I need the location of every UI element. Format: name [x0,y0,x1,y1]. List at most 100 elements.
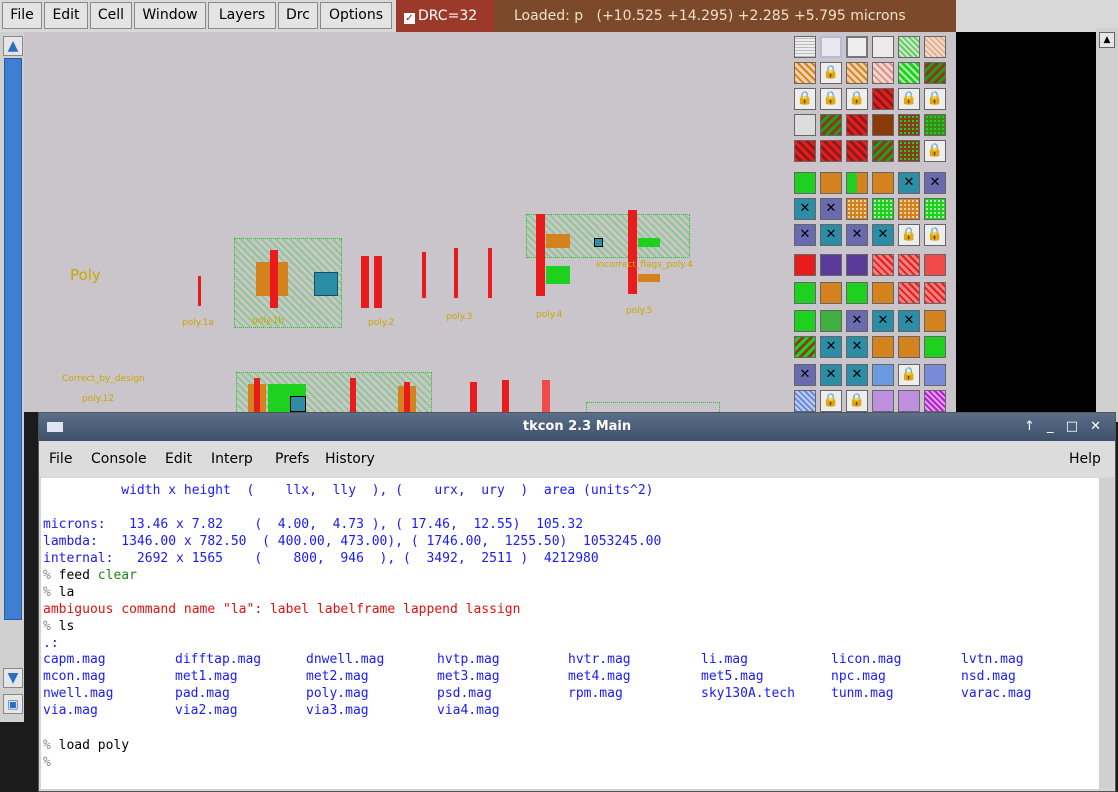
contact-icon[interactable]: ✕ [794,224,816,246]
tkmenu-help[interactable]: Help [1069,441,1101,477]
console-scrollbar[interactable] [1099,478,1113,789]
contact-icon[interactable]: ✕ [872,310,894,332]
layer-swatch[interactable] [846,36,868,58]
contact-icon[interactable]: ✕ [846,364,868,386]
lock-icon[interactable]: 🔒 [820,390,842,412]
layer-swatch[interactable] [794,390,816,412]
menu-options[interactable]: Options [320,2,392,29]
layer-swatch[interactable] [846,140,868,162]
layer-swatch[interactable] [794,140,816,162]
layer-swatch[interactable] [872,114,894,136]
lock-icon[interactable]: 🔒 [846,390,868,412]
layer-swatch[interactable] [924,36,946,58]
lock-icon[interactable]: 🔒 [898,224,920,246]
layer-swatch[interactable] [898,336,920,358]
layer-swatch[interactable] [898,140,920,162]
contact-icon[interactable]: ✕ [820,224,842,246]
layer-swatch[interactable] [924,198,946,220]
tkmenu-prefs[interactable]: Prefs [275,441,309,477]
menu-cell[interactable]: Cell [90,2,132,29]
lock-icon[interactable]: 🔒 [820,62,842,84]
lock-icon[interactable]: 🔒 [924,224,946,246]
layer-swatch[interactable] [794,36,816,58]
contact-icon[interactable]: ✕ [846,310,868,332]
layer-swatch[interactable] [872,336,894,358]
lock-icon[interactable]: 🔒 [898,88,920,110]
window-menu-icon[interactable] [47,422,63,432]
layer-swatch[interactable] [924,254,946,276]
layer-swatch[interactable] [924,282,946,304]
layer-swatch[interactable] [898,36,920,58]
layer-swatch[interactable] [872,36,894,58]
scroll-down-icon[interactable]: ▼ [3,668,23,688]
layer-swatch[interactable] [872,198,894,220]
layer-swatch[interactable] [820,254,842,276]
layer-swatch[interactable] [924,364,946,386]
window-controls[interactable]: ↑ _ □ ✕ [1024,413,1105,441]
right-scrollbar[interactable]: ▲ [1096,28,1118,422]
layer-swatch[interactable] [924,114,946,136]
layer-swatch[interactable] [794,310,816,332]
layer-swatch[interactable] [820,282,842,304]
layer-swatch[interactable] [794,336,816,358]
lock-icon[interactable]: 🔒 [820,88,842,110]
layer-swatch[interactable] [872,282,894,304]
tkmenu-file[interactable]: File [49,441,72,477]
menu-edit[interactable]: Edit [44,2,88,29]
contact-icon[interactable]: ✕ [846,336,868,358]
layer-swatch[interactable] [872,254,894,276]
contact-icon[interactable]: ✕ [794,364,816,386]
layer-swatch[interactable] [846,198,868,220]
tkmenu-history[interactable]: History [325,441,375,477]
layer-swatch[interactable] [820,36,842,58]
layer-swatch[interactable] [872,62,894,84]
layer-swatch[interactable] [924,62,946,84]
vertical-scrollbar[interactable]: ▲ ▼ ▣ [0,32,24,722]
tkmenu-console[interactable]: Console [91,441,147,477]
layer-swatch[interactable] [898,62,920,84]
console-input-line[interactable]: % [43,754,51,771]
menu-file[interactable]: File [2,2,42,29]
tkmenu-edit[interactable]: Edit [165,441,192,477]
layer-swatch[interactable] [820,172,842,194]
layer-swatch[interactable] [846,254,868,276]
layer-swatch[interactable] [846,114,868,136]
layer-swatch[interactable] [820,140,842,162]
contact-icon[interactable]: ✕ [872,224,894,246]
layer-swatch[interactable] [924,390,946,412]
layer-swatch[interactable] [898,390,920,412]
zoom-box-icon[interactable]: ▣ [3,694,23,714]
layer-swatch[interactable] [846,172,868,194]
layer-swatch[interactable] [794,254,816,276]
contact-icon[interactable]: ✕ [820,364,842,386]
layout-canvas[interactable]: Poly poly.1a poly.1b poly.2 poly.3 poly.… [24,32,790,412]
contact-icon[interactable]: ✕ [820,336,842,358]
layer-swatch[interactable] [872,172,894,194]
layer-swatch[interactable] [846,282,868,304]
layer-swatch[interactable] [820,114,842,136]
layer-swatch[interactable] [924,336,946,358]
contact-icon[interactable]: ✕ [898,310,920,332]
scrollbar-thumb[interactable] [4,58,22,620]
contact-icon[interactable]: ✕ [820,198,842,220]
layer-swatch[interactable] [872,364,894,386]
lock-icon[interactable]: 🔒 [794,88,816,110]
layer-swatch[interactable] [898,282,920,304]
lock-icon[interactable]: 🔒 [898,364,920,386]
lock-icon[interactable]: 🔒 [924,88,946,110]
layer-swatch[interactable] [872,88,894,110]
layer-swatch[interactable] [898,254,920,276]
scroll-up-icon[interactable]: ▲ [1099,32,1115,48]
layer-swatch[interactable] [898,198,920,220]
contact-icon[interactable]: ✕ [898,172,920,194]
layer-swatch[interactable] [846,62,868,84]
contact-icon[interactable]: ✕ [846,224,868,246]
contact-icon[interactable]: ✕ [924,172,946,194]
layer-swatch[interactable] [794,62,816,84]
layer-swatch[interactable] [924,310,946,332]
layer-swatch[interactable] [794,282,816,304]
menu-drc[interactable]: Drc [278,2,318,29]
layer-swatch[interactable] [794,114,816,136]
scroll-up-icon[interactable]: ▲ [3,36,23,56]
layer-swatch[interactable] [794,172,816,194]
